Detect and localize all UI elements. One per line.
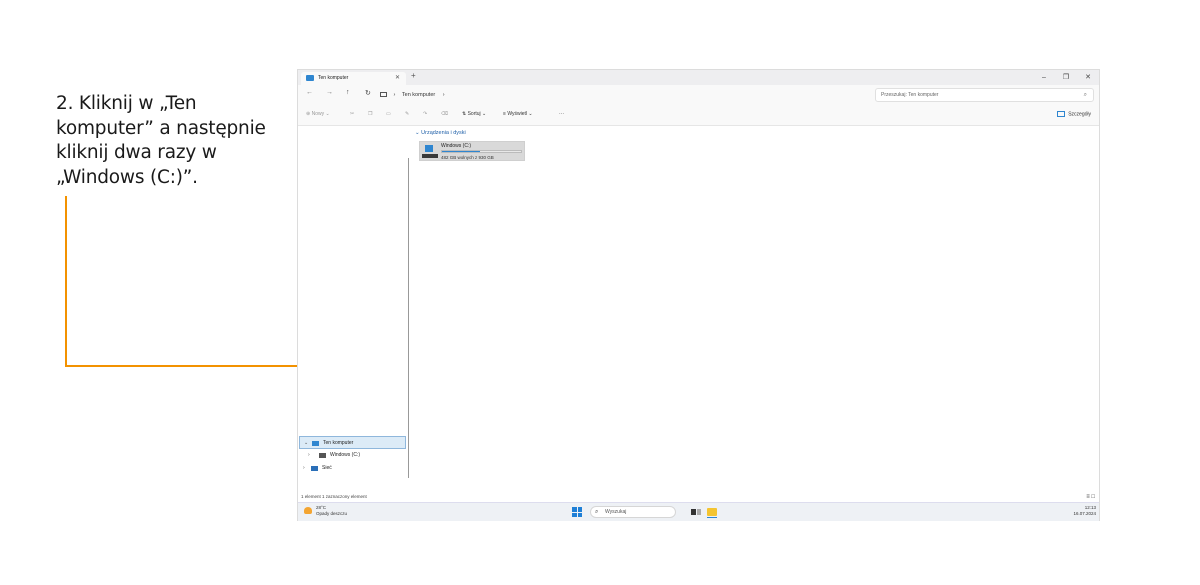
up-arrow-icon[interactable]: ↑: [346, 89, 350, 96]
close-tab-icon[interactable]: ✕: [395, 72, 400, 85]
file-explorer-window: Ten komputer ✕ + – ❐ ✕ ← → ↑ ↻ › Ten kom…: [297, 69, 1100, 521]
details-label: Szczegóły: [1068, 111, 1091, 118]
tab-ten-komputer[interactable]: Ten komputer ✕: [301, 72, 406, 85]
status-text: 1 element 1 zaznaczony element: [301, 494, 367, 499]
navigation-pane: ⌄ Ten komputer › Windows (C:) › Sieć: [298, 126, 410, 492]
share-icon[interactable]: ↷: [423, 111, 427, 117]
status-bar: 1 element 1 zaznaczony element ≡ □: [298, 492, 1099, 502]
chevron-right-icon[interactable]: ›: [303, 462, 305, 475]
refresh-icon[interactable]: ↻: [365, 89, 371, 97]
tab-title: Ten komputer: [318, 75, 349, 81]
close-window-button[interactable]: ✕: [1077, 70, 1099, 85]
date: 16.07.2024: [1073, 511, 1096, 516]
file-explorer-taskbar-icon[interactable]: [707, 507, 717, 518]
cut-icon[interactable]: ✂: [350, 111, 354, 117]
new-tab-button[interactable]: +: [411, 71, 416, 80]
sidebar-item-siec[interactable]: › Sieć: [299, 462, 406, 475]
network-icon: [311, 466, 318, 471]
more-options-button[interactable]: ···: [559, 111, 564, 117]
sidebar-item-label: Sieć: [322, 465, 332, 471]
task-view-icon[interactable]: [691, 507, 701, 517]
drive-usage-fill: [442, 151, 480, 152]
sidebar-item-windows-c[interactable]: › Windows (C:): [299, 449, 406, 462]
search-placeholder: Przeszukaj: Ten komputer: [881, 92, 939, 98]
search-input[interactable]: Przeszukaj: Ten komputer ⌕: [875, 88, 1094, 102]
taskbar-search[interactable]: ⌕ Wyszukaj: [590, 506, 676, 518]
drive-usage-bar: [441, 150, 522, 153]
new-button[interactable]: ⊕ Nowy ⌄: [306, 111, 330, 117]
sidebar-item-label: Windows (C:): [330, 452, 361, 458]
windows-drive-icon: [422, 145, 438, 159]
slide: 2. Kliknij w „Ten komputer” a następnie …: [0, 0, 1200, 585]
clock[interactable]: 12:13 16.07.2024: [1073, 505, 1096, 517]
drive-name: Windows (C:): [441, 143, 472, 149]
address-bar[interactable]: › Ten komputer ›: [380, 89, 880, 102]
details-pane-button[interactable]: Szczegóły: [1057, 111, 1091, 117]
minimize-button[interactable]: –: [1033, 70, 1055, 85]
this-pc-icon: [312, 441, 319, 446]
annotation-line-left: [65, 196, 67, 367]
drive-free-space: 482 GB wolnych z 930 GB: [441, 155, 494, 160]
search-icon: ⌕: [1083, 92, 1087, 98]
command-bar: ⊕ Nowy ⌄ ✂ ❐ ▭ ✎ ↷ ⌫ ⇅ Sortuj ⌄ ≡ Wyświe…: [298, 105, 1099, 126]
back-arrow-icon[interactable]: ←: [306, 89, 313, 96]
weather-description: Opady deszczu: [316, 511, 348, 516]
content-area: ⌄ Urządzenia i dyski Windows (C:) 482 GB…: [412, 126, 1098, 492]
maximize-button[interactable]: ❐: [1055, 70, 1077, 85]
details-icon: [1057, 111, 1066, 117]
copy-icon[interactable]: ❐: [368, 111, 372, 117]
title-bar: Ten komputer ✕ + – ❐ ✕: [298, 70, 1099, 85]
sidebar-item-label: Ten komputer: [323, 440, 354, 446]
weather-widget[interactable]: 28°C Opady deszczu: [304, 505, 347, 517]
sidebar-item-ten-komputer[interactable]: ⌄ Ten komputer: [299, 436, 406, 449]
paste-icon[interactable]: ▭: [386, 111, 391, 117]
sort-button[interactable]: ⇅ Sortuj ⌄: [462, 111, 486, 117]
breadcrumb-item[interactable]: Ten komputer: [402, 92, 435, 98]
search-icon: ⌕: [595, 509, 599, 515]
drive-windows-c[interactable]: Windows (C:) 482 GB wolnych z 930 GB: [419, 141, 525, 161]
forward-arrow-icon[interactable]: →: [326, 89, 333, 96]
pane-divider[interactable]: [408, 158, 409, 478]
navigation-bar: ← → ↑ ↻ › Ten komputer › Przeszukaj: Ten…: [298, 85, 1099, 105]
section-header-devices[interactable]: ⌄ Urządzenia i dyski: [415, 130, 466, 136]
drive-icon: [319, 453, 326, 458]
computer-icon: [380, 92, 387, 98]
view-toggle-icons[interactable]: ≡ □: [1086, 492, 1095, 502]
this-pc-icon: [306, 75, 314, 81]
view-label: Wyświetl: [507, 111, 527, 117]
chevron-right-icon[interactable]: ›: [308, 449, 310, 462]
taskbar-search-placeholder: Wyszukaj: [605, 509, 627, 515]
breadcrumb-separator: ›: [393, 92, 396, 98]
delete-icon[interactable]: ⌫: [441, 111, 448, 117]
rename-icon[interactable]: ✎: [405, 111, 409, 117]
instruction-text: 2. Kliknij w „Ten komputer” a następnie …: [56, 93, 266, 188]
taskbar: 28°C Opady deszczu ⌕ Wyszukaj 12:13 16.0…: [298, 502, 1099, 521]
weather-icon: [304, 507, 312, 514]
view-button[interactable]: ≡ Wyświetl ⌄: [503, 111, 533, 117]
start-button[interactable]: [572, 507, 582, 517]
sort-label: Sortuj: [467, 111, 481, 117]
breadcrumb-chevron-icon[interactable]: ›: [443, 92, 445, 98]
new-label: Nowy: [311, 111, 325, 117]
